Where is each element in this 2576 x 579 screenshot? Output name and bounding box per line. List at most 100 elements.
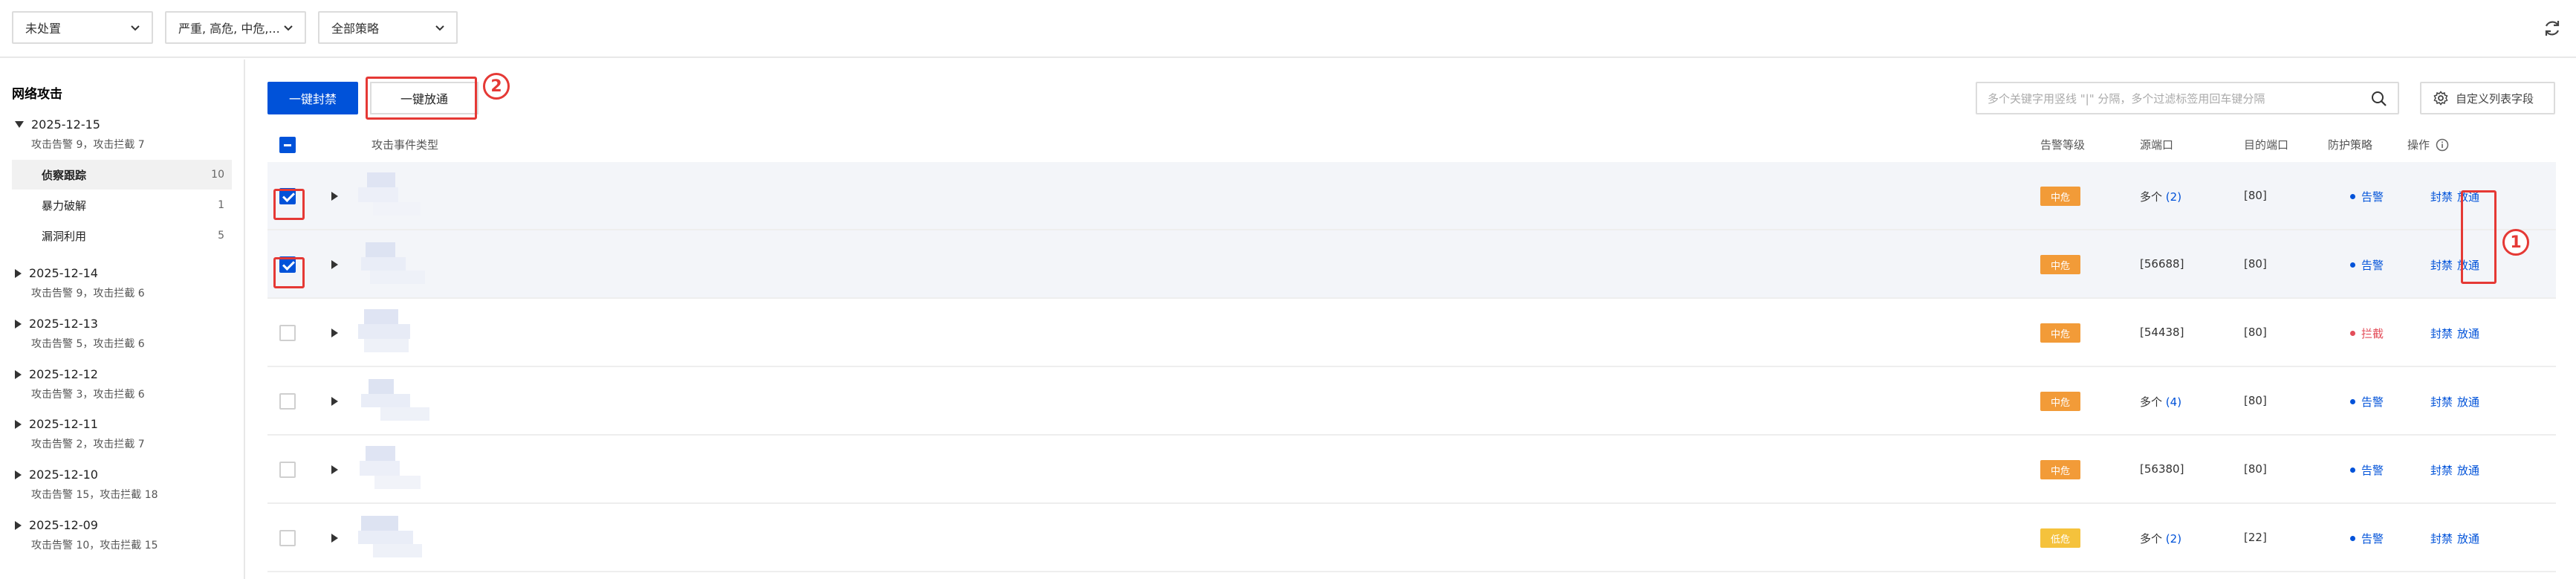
sidebar-date-summary: 攻击告警 9，攻击拦截 6 [31,288,145,300]
redacted-event-name [358,309,410,352]
caret-right-icon [15,319,22,329]
select-all-checkbox[interactable] [279,137,296,153]
info-icon[interactable] [2436,138,2449,152]
sidebar-item-label: 暴力破解 [42,198,87,213]
table-row[interactable]: 中危 多个 (2) [80] 告警 封禁 放通 [267,162,2556,230]
severity-badge: 中危 [2040,392,2080,411]
expand-row-icon[interactable] [331,397,338,406]
refresh-icon[interactable] [2542,18,2563,39]
src-port-cell: [54438] [2140,326,2184,339]
dst-port-cell: [80] [2244,257,2267,271]
annotation-box-allow-all [366,77,477,120]
expand-row-icon[interactable] [331,192,338,201]
status-filter-select[interactable]: 未处置 [12,11,153,44]
sidebar-date-label: 2025-12-13 [29,317,98,331]
caret-right-icon [15,369,22,379]
table-row[interactable]: 低危 多个 (2) [22] 告警 封禁 放通 [267,504,2556,572]
block-link[interactable]: 封禁 [2430,327,2453,340]
dst-port-cell: [80] [2244,462,2267,476]
dst-port-cell: [22] [2244,531,2267,544]
status-filter-value: 未处置 [25,22,62,36]
sidebar-date-2025-12-11[interactable]: 2025-12-11 [15,417,98,431]
policy-cell: 告警 [2350,531,2384,546]
sidebar-item-recon[interactable]: 侦察跟踪 10 [12,160,232,190]
src-port-value: [54438] [2140,326,2184,339]
sidebar-date-label: 2025-12-11 [29,417,98,431]
src-port-count-link[interactable]: (2) [2166,190,2181,204]
sidebar-date-label: 2025-12-12 [29,367,98,381]
policy-label: 告警 [2361,259,2384,272]
row-checkbox[interactable] [279,530,296,546]
block-link[interactable]: 封禁 [2430,190,2453,204]
column-header-action: 操作 [2407,137,2449,152]
block-link[interactable]: 封禁 [2430,532,2453,546]
policy-filter-value: 全部策略 [331,22,380,36]
sidebar-date-2025-12-09[interactable]: 2025-12-09 [15,518,98,532]
chevron-down-icon [284,25,293,31]
annotation-box-checkbox-1 [273,189,305,220]
caret-right-icon [15,419,22,429]
caret-right-icon [15,520,22,530]
sidebar-title: 网络攻击 [12,87,62,102]
expand-row-icon[interactable] [331,465,338,474]
expand-row-icon[interactable] [331,534,338,543]
expand-row-icon[interactable] [331,329,338,337]
column-header-dst-port: 目的端口 [2244,138,2289,152]
src-port-value: [56380] [2140,462,2184,476]
sidebar-date-2025-12-15[interactable]: 2025-12-15 [15,117,100,132]
redacted-event-name [358,172,421,216]
sidebar-date-summary: 攻击告警 3，攻击拦截 6 [31,389,145,401]
block-link[interactable]: 封禁 [2430,464,2453,477]
table-row[interactable]: 中危 [54438] [80] 拦截 封禁 放通 [267,299,2556,367]
block-all-button[interactable]: 一键封禁 [267,82,358,114]
row-actions: 封禁 放通 [2430,394,2484,410]
src-port-count-link[interactable]: (4) [2166,395,2181,409]
block-link[interactable]: 封禁 [2430,259,2453,272]
table-row[interactable]: 中危 [56688] [80] 告警 封禁 放通 [267,230,2556,299]
row-checkbox[interactable] [279,462,296,478]
custom-columns-button[interactable]: 自定义列表字段 [2420,82,2555,114]
src-port-cell: [56688] [2140,257,2184,271]
row-checkbox[interactable] [279,393,296,410]
allow-link[interactable]: 放通 [2457,395,2479,409]
severity-badge: 中危 [2040,323,2080,343]
chevron-down-icon [435,25,444,31]
allow-link[interactable]: 放通 [2457,327,2479,340]
policy-cell: 告警 [2350,394,2384,410]
attack-date-sidebar: 网络攻击 2025-12-15 攻击告警 9，攻击拦截 7 侦察跟踪 10 暴力… [0,59,245,579]
table-row[interactable]: 中危 多个 (4) [80] 告警 封禁 放通 [267,367,2556,436]
block-link[interactable]: 封禁 [2430,395,2453,409]
severity-badge: 中危 [2040,255,2080,274]
severity-badge-label: 低危 [2050,534,2070,546]
sidebar-item-label: 漏洞利用 [42,229,87,243]
sidebar-date-2025-12-10[interactable]: 2025-12-10 [15,468,98,482]
allow-link[interactable]: 放通 [2457,532,2479,546]
custom-columns-label: 自定义列表字段 [2456,91,2534,106]
sidebar-item-label: 侦察跟踪 [42,168,87,182]
severity-filter-select[interactable]: 严重, 高危, 中危,... [165,11,306,44]
allow-link[interactable]: 放通 [2457,464,2479,477]
sidebar-date-2025-12-13[interactable]: 2025-12-13 [15,317,98,331]
policy-filter-select[interactable]: 全部策略 [318,11,458,44]
annotation-box-allow-links [2461,190,2496,284]
sidebar-item-bruteforce[interactable]: 暴力破解 1 [12,190,232,220]
expand-row-icon[interactable] [331,260,338,269]
search-input[interactable]: 多个关键字用竖线 "|" 分隔，多个过滤标签用回车键分隔 [1976,82,2399,114]
policy-label: 告警 [2361,464,2384,477]
sidebar-item-exploit[interactable]: 漏洞利用 5 [12,221,232,250]
redacted-event-name [360,446,421,489]
severity-badge-label: 中危 [2050,465,2070,477]
row-actions: 封禁 放通 [2430,531,2484,546]
annotation-box-checkbox-2 [273,257,305,288]
sidebar-item-count: 1 [218,199,224,211]
table-row[interactable]: 中危 [56380] [80] 告警 封禁 放通 [267,436,2556,504]
sidebar-date-2025-12-12[interactable]: 2025-12-12 [15,367,98,381]
sidebar-date-label: 2025-12-10 [29,468,98,482]
policy-status-dot [2350,468,2355,473]
src-port-count-link[interactable]: (2) [2166,532,2181,546]
severity-filter-value: 严重, 高危, 中危,... [178,22,280,36]
sidebar-date-2025-12-14[interactable]: 2025-12-14 [15,266,98,280]
search-icon[interactable] [2371,91,2387,107]
policy-cell: 告警 [2350,462,2384,478]
row-checkbox[interactable] [279,325,296,341]
